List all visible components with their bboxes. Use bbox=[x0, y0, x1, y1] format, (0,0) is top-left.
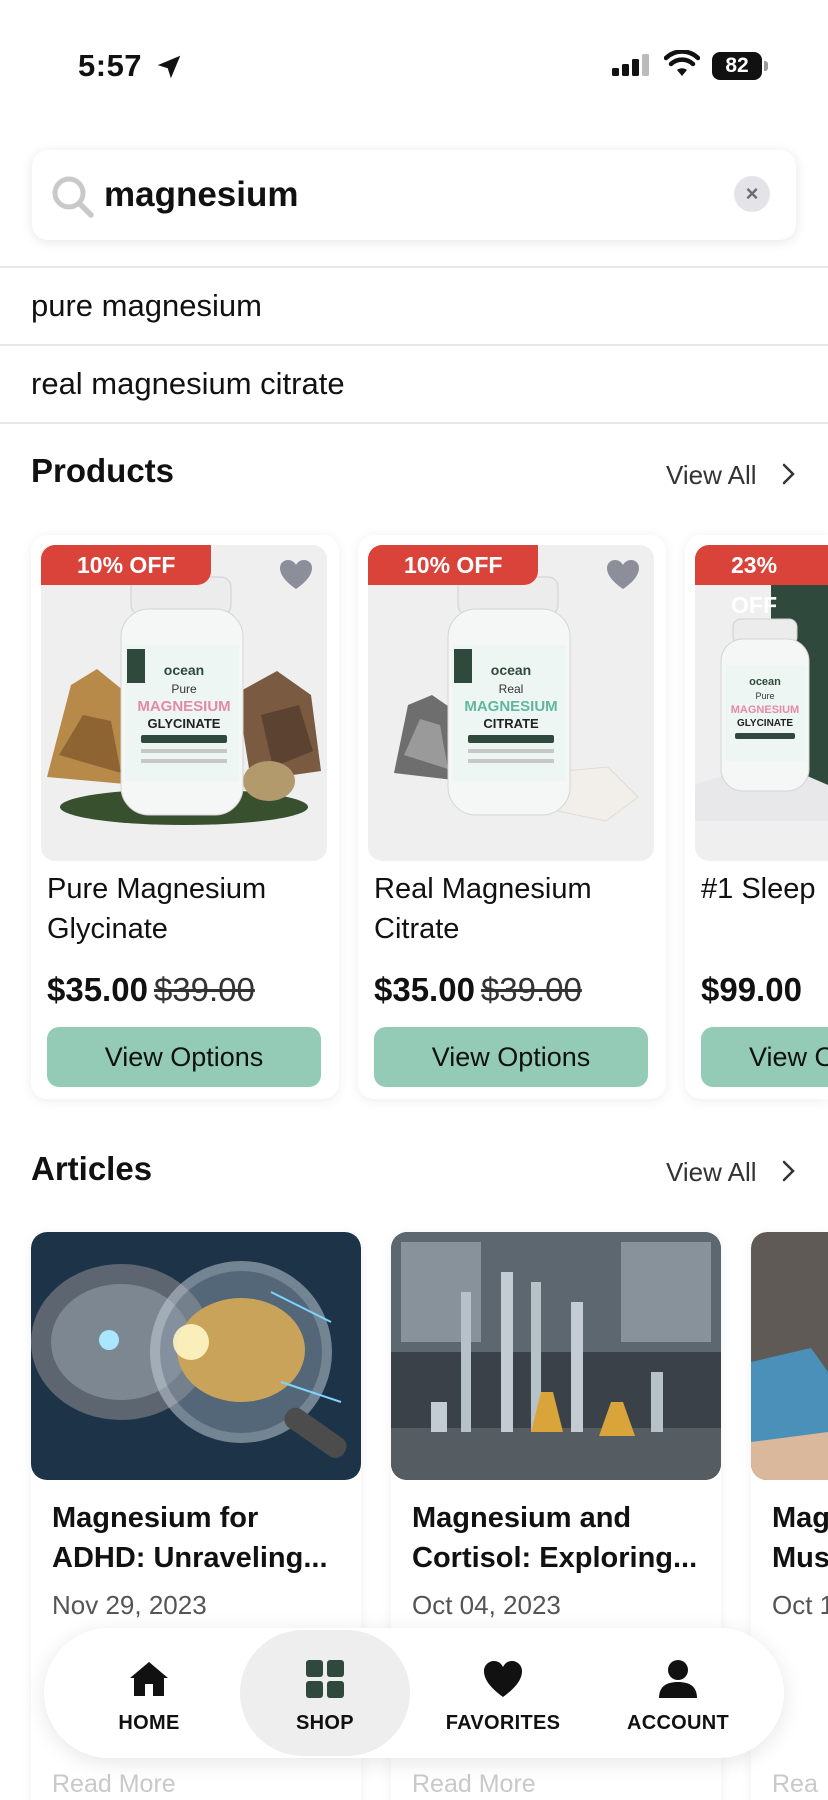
towel-illustration bbox=[751, 1232, 828, 1480]
article-date: Oct 04, 2023 bbox=[412, 1590, 561, 1620]
favorite-heart-icon[interactable] bbox=[279, 559, 313, 591]
products-section-title: Products bbox=[31, 452, 175, 489]
article-date: Oct 1 bbox=[772, 1590, 828, 1620]
article-image[interactable] bbox=[391, 1232, 721, 1480]
bottom-tab-bar: HOME SHOP FAVORITES ACCOUNT bbox=[44, 1628, 784, 1758]
article-image[interactable] bbox=[751, 1232, 828, 1480]
brain-illustration bbox=[31, 1232, 361, 1480]
svg-text:GLYCINATE: GLYCINATE bbox=[148, 716, 221, 731]
suggestion-text: pure magnesium bbox=[31, 288, 262, 323]
product-name[interactable]: Real Magnesium Citrate bbox=[374, 869, 650, 949]
tab-account[interactable]: ACCOUNT bbox=[593, 1628, 763, 1758]
article-title[interactable]: Magnesium for ADHD: Unraveling... bbox=[52, 1498, 352, 1578]
read-more-link[interactable]: Read More bbox=[412, 1770, 536, 1799]
search-input[interactable] bbox=[104, 168, 724, 222]
product-card[interactable]: ocean Pure MAGNESIUM GLYCINATE 23% OFF #… bbox=[685, 535, 828, 1099]
search-icon bbox=[52, 176, 94, 218]
tab-label: ACCOUNT bbox=[626, 1712, 730, 1734]
discount-badge: 10% OFF bbox=[41, 545, 212, 585]
articles-section-title: Articles bbox=[31, 1150, 153, 1187]
article-title[interactable]: Mag Mus bbox=[772, 1498, 828, 1578]
wifi-icon bbox=[664, 50, 700, 76]
current-price: $35.00 bbox=[374, 971, 475, 1008]
price-row: $35.00 $39.00 bbox=[47, 971, 255, 1009]
product-card[interactable]: ocean Real MAGNESIUM CITRATE 10% OFF Rea… bbox=[358, 535, 666, 1099]
chevron-right-icon[interactable] bbox=[780, 1157, 798, 1185]
search-suggestion[interactable]: pure magnesium bbox=[0, 266, 828, 344]
divider bbox=[0, 422, 828, 426]
view-options-button[interactable]: View Options bbox=[374, 1027, 648, 1087]
cellular-signal-icon bbox=[612, 54, 649, 76]
tab-label: HOME bbox=[118, 1712, 180, 1734]
svg-text:CITRATE: CITRATE bbox=[483, 716, 539, 731]
status-bar: 5:57 82 bbox=[0, 0, 828, 136]
current-price: $35.00 bbox=[47, 971, 148, 1008]
svg-text:MAGNESIUM: MAGNESIUM bbox=[137, 698, 230, 715]
svg-text:Pure: Pure bbox=[755, 691, 774, 701]
battery-level: 82 bbox=[712, 52, 762, 80]
article-image[interactable] bbox=[31, 1232, 361, 1480]
tab-shop[interactable]: SHOP bbox=[240, 1628, 410, 1758]
price-row: $35.00 $39.00 bbox=[374, 971, 582, 1009]
products-view-all-link[interactable]: View All bbox=[666, 460, 757, 491]
search-bar[interactable]: × bbox=[32, 150, 796, 240]
location-arrow-icon bbox=[157, 55, 181, 79]
tab-home[interactable]: HOME bbox=[64, 1628, 234, 1758]
read-more-link[interactable]: Rea bbox=[772, 1770, 818, 1799]
discount-badge: 23% OFF bbox=[695, 545, 828, 618]
tab-favorites[interactable]: FAVORITES bbox=[418, 1628, 588, 1758]
original-price: $39.00 bbox=[480, 971, 582, 1008]
articles-view-all-link[interactable]: View All bbox=[666, 1157, 757, 1188]
article-date: Nov 29, 2023 bbox=[52, 1590, 207, 1620]
product-name[interactable]: Pure Magnesium Glycinate bbox=[47, 869, 323, 949]
product-photo: ocean Pure MAGNESIUM GLYCINATE bbox=[47, 576, 321, 825]
grid-icon bbox=[306, 1660, 344, 1698]
svg-text:ocean: ocean bbox=[491, 662, 531, 678]
favorite-heart-icon[interactable] bbox=[606, 559, 640, 591]
product-image[interactable]: ocean Pure MAGNESIUM GLYCINATE 10% OFF bbox=[41, 545, 327, 861]
product-image[interactable]: ocean Pure MAGNESIUM GLYCINATE 23% OFF bbox=[695, 545, 828, 861]
article-title[interactable]: Magnesium and Cortisol: Exploring... bbox=[412, 1498, 712, 1578]
product-image[interactable]: ocean Real MAGNESIUM CITRATE 10% OFF bbox=[368, 545, 654, 861]
discount-badge: 10% OFF bbox=[368, 545, 539, 585]
svg-text:Pure: Pure bbox=[171, 682, 197, 696]
product-photo: ocean Real MAGNESIUM CITRATE bbox=[394, 576, 639, 822]
view-options-button[interactable]: View Options bbox=[701, 1027, 828, 1087]
battery-indicator: 82 bbox=[712, 52, 768, 80]
current-price: $99.00 bbox=[701, 971, 802, 1008]
suggestion-text: real magnesium citrate bbox=[31, 366, 345, 401]
status-time: 5:57 bbox=[78, 48, 143, 83]
svg-text:MAGNESIUM: MAGNESIUM bbox=[731, 704, 799, 716]
product-name[interactable]: #1 Sleep bbox=[701, 869, 828, 909]
svg-text:Real: Real bbox=[499, 682, 524, 696]
heart-icon bbox=[484, 1661, 522, 1697]
read-more-link[interactable]: Read More bbox=[52, 1770, 176, 1799]
tab-label: SHOP bbox=[296, 1712, 354, 1734]
chevron-right-icon[interactable] bbox=[780, 460, 798, 488]
lab-equipment-illustration bbox=[391, 1232, 721, 1480]
product-card[interactable]: ocean Pure MAGNESIUM GLYCINATE 10% OFF P… bbox=[31, 535, 339, 1099]
svg-text:ocean: ocean bbox=[164, 662, 204, 678]
svg-text:GLYCINATE: GLYCINATE bbox=[737, 718, 793, 729]
clear-search-button[interactable]: × bbox=[734, 176, 770, 212]
tab-label: FAVORITES bbox=[445, 1712, 561, 1734]
svg-text:ocean: ocean bbox=[749, 676, 781, 688]
original-price: $39.00 bbox=[153, 971, 255, 1008]
person-icon bbox=[659, 1660, 697, 1698]
home-icon bbox=[130, 1662, 168, 1696]
svg-text:MAGNESIUM: MAGNESIUM bbox=[464, 698, 557, 715]
view-options-button[interactable]: View Options bbox=[47, 1027, 321, 1087]
search-suggestion[interactable]: real magnesium citrate bbox=[0, 344, 828, 422]
price-row: $99.00 bbox=[701, 971, 802, 1009]
